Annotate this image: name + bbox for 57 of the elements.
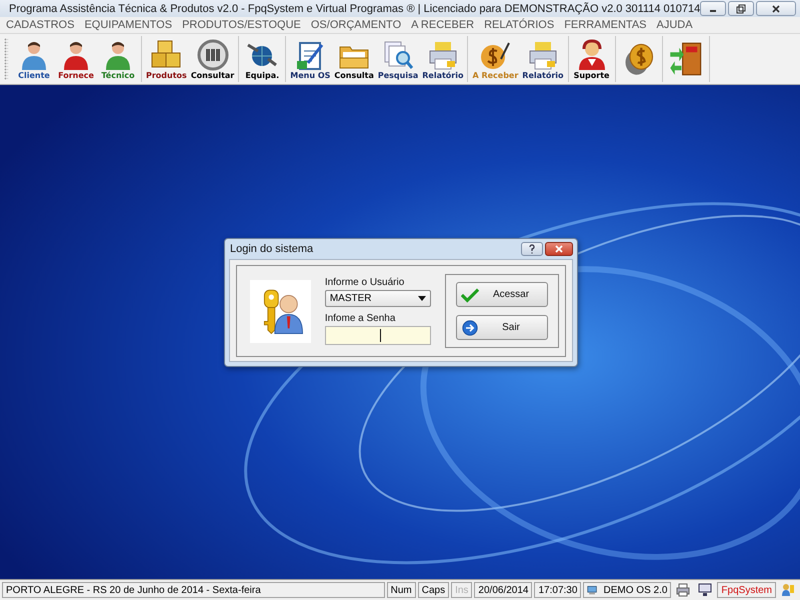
menu-item[interactable]: A RECEBER bbox=[411, 19, 474, 31]
exit-door-icon bbox=[668, 41, 704, 77]
access-button[interactable]: Acessar bbox=[456, 282, 548, 307]
status-text: DEMO OS 2.0 bbox=[604, 584, 668, 596]
status-cell: PORTO ALEGRE - RS 20 de Junho de 2014 - Sexta-feira bbox=[2, 582, 385, 598]
toolbar-button[interactable]: Consultar bbox=[190, 35, 236, 83]
toolbar-button[interactable]: Consulta bbox=[333, 35, 375, 83]
status-cell: Ins bbox=[451, 582, 472, 598]
boxes-icon bbox=[150, 38, 182, 70]
menu-item[interactable]: CADASTROS bbox=[6, 19, 74, 31]
toolbar-button[interactable]: Suporte bbox=[572, 35, 612, 83]
user-label: Informe o Usuário bbox=[324, 277, 406, 288]
computer-icon bbox=[587, 583, 598, 597]
users-icon bbox=[781, 583, 795, 597]
minimize-icon bbox=[710, 10, 716, 12]
close-icon bbox=[554, 244, 564, 254]
exit-button[interactable]: Sair bbox=[456, 315, 548, 340]
toolbar-button[interactable]: Cliente bbox=[14, 35, 54, 83]
close-icon bbox=[771, 4, 782, 14]
user-dropdown[interactable]: MASTER bbox=[324, 290, 431, 307]
toolbar-button[interactable]: Pesquisa bbox=[376, 35, 420, 83]
password-label: Infome a Senha bbox=[324, 313, 396, 324]
toolbar-button[interactable]: Produtos bbox=[145, 35, 188, 83]
window-title: Programa Assistência Técnica & Produtos v2.0 - FpqSystem e Virtual Programas ® | Licenciado para DEMONSTRAÇÃO v2.0 301114 010714 bbox=[9, 2, 700, 14]
status-cell: 17:07:30 bbox=[534, 582, 582, 598]
help-icon bbox=[527, 244, 537, 254]
toolbar-button[interactable]: Relatório bbox=[421, 35, 464, 83]
menu-item[interactable]: RELATÓRIOS bbox=[484, 19, 554, 31]
close-button[interactable] bbox=[756, 1, 796, 16]
status-cell: Caps bbox=[418, 582, 450, 598]
minimize-button[interactable] bbox=[700, 1, 726, 16]
toolbar-button[interactable]: Relatório bbox=[521, 35, 565, 83]
menu-item[interactable]: FERRAMENTAS bbox=[564, 19, 647, 31]
toolbar-button[interactable]: Fornece bbox=[56, 35, 96, 83]
close-button[interactable] bbox=[545, 242, 573, 256]
printer-icon bbox=[676, 583, 690, 597]
help-button[interactable] bbox=[521, 242, 543, 256]
menu-item[interactable]: AJUDA bbox=[656, 19, 693, 31]
menu-item[interactable]: OS/ORÇAMENTO bbox=[310, 19, 402, 31]
toolbar-button[interactable]: Técnico bbox=[98, 35, 138, 83]
menu-item[interactable]: PRODUTOS/ESTOQUE bbox=[182, 19, 301, 31]
dialog-title: Login do sistema bbox=[230, 243, 314, 255]
toolbar-button[interactable]: Equipa. bbox=[242, 35, 282, 83]
arrow-circle-icon bbox=[461, 320, 479, 336]
caret-icon bbox=[418, 296, 426, 301]
check-icon bbox=[461, 286, 479, 302]
restore-button[interactable] bbox=[728, 1, 754, 16]
status-cell: Num bbox=[386, 582, 416, 598]
barcode-icon bbox=[196, 38, 229, 70]
monitor-icon bbox=[698, 583, 712, 597]
status-cell: FpqSystem bbox=[717, 582, 776, 598]
document-search-icon bbox=[382, 38, 414, 70]
menu-item[interactable]: EQUIPAMENTOS bbox=[84, 19, 172, 31]
status-cell: 20/06/2014 bbox=[474, 582, 532, 598]
restore-icon bbox=[736, 4, 746, 14]
password-field[interactable] bbox=[324, 326, 431, 345]
toolbar-button[interactable]: Menu OS bbox=[289, 35, 332, 83]
